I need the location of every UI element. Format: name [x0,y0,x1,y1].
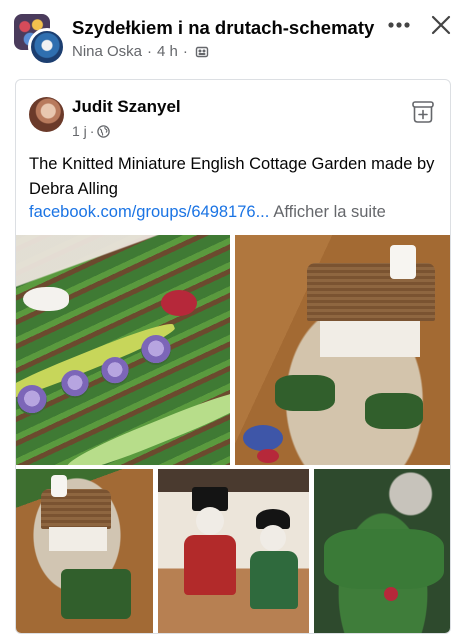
flower-cluster [243,425,283,451]
group-avatar[interactable] [14,14,66,66]
figure-coat [184,535,236,595]
cottage-wall [49,527,107,551]
post-header: Szydełkiem i na drutach-schematy Nina Os… [0,0,464,70]
photo-knitted-figures[interactable] [158,469,309,633]
garden-bed [61,569,131,619]
poster-avatar [28,28,66,66]
meta-separator: · [89,123,95,139]
post-meta: Nina Oska · 4 h · [72,43,209,60]
post-text: The Knitted Miniature English Cottage Ga… [29,155,435,198]
group-name[interactable]: Szydełkiem i na drutach-schematy [72,17,374,39]
flower-cluster [161,290,197,316]
post-time[interactable]: 4 h [157,43,178,60]
more-options-icon [388,22,410,28]
cottage-chimney [390,245,416,279]
figure-face [260,525,286,551]
group-link[interactable]: facebook.com/groups/6498176... [29,203,269,221]
post-link-line: facebook.com/groups/6498176... Afficher l… [29,200,386,225]
shared-post-card[interactable]: Judit Szanyel 1 j · The Knitted Miniatur… [15,79,451,634]
author-avatar[interactable] [29,97,64,132]
cottage-chimney [51,475,67,497]
garden-row [64,383,230,465]
shared-post-time[interactable]: 1 j [72,123,87,139]
save-post-button[interactable] [408,97,438,127]
figure-face [196,507,224,535]
see-more-link[interactable]: Afficher la suite [273,203,386,221]
globe-icon [97,124,111,138]
cabbage [141,335,171,365]
more-options-button[interactable] [386,12,412,38]
photo-garden-with-dog[interactable] [314,469,450,633]
meta-separator: · [182,43,188,60]
cabbage [101,357,129,385]
garden-bed [275,375,335,411]
photo-knitted-cottage[interactable] [235,235,450,465]
photo-cottage-and-beds[interactable] [16,469,153,633]
author-name[interactable]: Judit Szanyel [72,97,181,117]
flower-cluster [384,587,398,601]
garden-bed [324,529,444,589]
close-icon [431,15,451,35]
close-button[interactable] [426,10,456,40]
garden-bed [365,393,423,429]
photo-vegetable-garden[interactable] [16,235,230,465]
group-icon [195,45,209,59]
meta-separator: · [147,43,153,60]
cabbage [61,370,89,398]
poster-name[interactable]: Nina Oska [72,43,142,60]
flower-cluster [257,449,279,463]
author-meta: 1 j · [72,123,111,139]
save-icon [412,101,434,123]
figure-coat [250,551,298,609]
cabbage [17,385,47,415]
hen-figure [23,287,69,311]
